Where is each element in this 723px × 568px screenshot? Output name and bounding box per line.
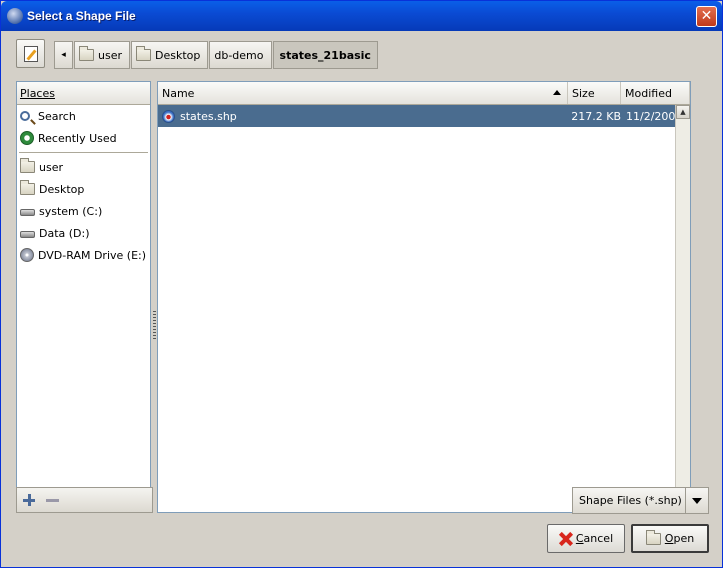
- edit-location-icon: [24, 46, 38, 62]
- crumb-label: Desktop: [155, 48, 201, 62]
- place-label: system (C:): [39, 204, 103, 218]
- file-type-filter[interactable]: Shape Files (*.shp): [572, 487, 709, 514]
- crumb-label: user: [98, 48, 122, 62]
- pane-splitter-handle[interactable]: [153, 311, 156, 341]
- path-crumb-user[interactable]: user: [74, 41, 130, 69]
- cancel-icon: [559, 532, 573, 546]
- scroll-up-arrow-icon[interactable]: ▲: [676, 105, 690, 119]
- cancel-mnemonic: C: [575, 532, 584, 545]
- drive-icon: [20, 230, 35, 238]
- file-size: 217.2 KB: [571, 109, 621, 123]
- place-label: Recently Used: [38, 131, 117, 145]
- open-button[interactable]: Open: [631, 524, 709, 553]
- places-header[interactable]: Places: [17, 82, 150, 105]
- path-back-button[interactable]: ◂: [54, 41, 73, 69]
- folder-icon: [79, 46, 94, 61]
- recent-icon: [20, 131, 34, 145]
- places-divider: [19, 152, 148, 153]
- vertical-scrollbar[interactable]: ▲ ▼: [675, 105, 690, 512]
- folder-icon: [20, 158, 35, 173]
- column-label: Name: [162, 87, 195, 100]
- place-item-system-c[interactable]: system (C:): [17, 200, 150, 222]
- place-item-data-d[interactable]: Data (D:): [17, 222, 150, 244]
- open-label: pen: [673, 532, 695, 545]
- column-header-modified[interactable]: Modified: [621, 82, 690, 104]
- sort-ascending-icon: [553, 90, 561, 95]
- cancel-button[interactable]: Cancel: [547, 524, 625, 553]
- column-header-name[interactable]: Name: [158, 82, 568, 104]
- path-crumb-desktop[interactable]: Desktop: [131, 41, 209, 69]
- search-icon: [20, 111, 30, 121]
- filter-selected-value: Shape Files (*.shp): [579, 494, 682, 507]
- close-button[interactable]: ✕: [696, 6, 717, 27]
- crumb-label: states_21basic: [279, 48, 371, 62]
- file-list: Name Size Modified states.shp 217.2 KB 1…: [157, 81, 691, 513]
- cancel-label: ancel: [583, 532, 614, 545]
- title-bar[interactable]: Select a Shape File ✕: [1, 1, 722, 31]
- dropdown-arrow-icon: [685, 488, 707, 513]
- remove-bookmark-icon[interactable]: [46, 499, 59, 502]
- file-list-header: Name Size Modified: [158, 82, 690, 105]
- place-item-dvd-e[interactable]: DVD-RAM Drive (E:): [17, 244, 150, 266]
- place-label: Desktop: [39, 182, 85, 196]
- places-sidebar: Places Search Recently Used user Desktop…: [16, 81, 151, 513]
- dialog-content: ◂ user Desktop db-demo states_21basic Pl…: [4, 31, 719, 565]
- place-item-recently-used[interactable]: Recently Used: [17, 127, 150, 149]
- file-row[interactable]: states.shp 217.2 KB 11/2/2006: [158, 105, 690, 127]
- folder-icon: [136, 46, 151, 61]
- drive-icon: [20, 208, 35, 216]
- crumb-label: db-demo: [214, 48, 264, 62]
- folder-icon: [20, 180, 35, 195]
- place-label: Search: [38, 109, 76, 123]
- shapefile-icon: [162, 109, 175, 123]
- path-bar: ◂ user Desktop db-demo states_21basic: [54, 41, 379, 69]
- path-crumb-current[interactable]: states_21basic: [272, 41, 378, 69]
- add-bookmark-icon[interactable]: [23, 494, 35, 506]
- place-item-user[interactable]: user: [17, 156, 150, 178]
- open-folder-icon: [645, 529, 661, 545]
- place-item-search[interactable]: Search: [17, 105, 150, 127]
- place-label: Data (D:): [39, 226, 90, 240]
- dvd-icon: [20, 248, 34, 262]
- bookmark-controls: [16, 487, 153, 513]
- place-label: DVD-RAM Drive (E:): [38, 248, 147, 262]
- open-mnemonic: O: [664, 532, 674, 545]
- type-location-button[interactable]: [16, 39, 45, 68]
- app-icon: [7, 8, 23, 24]
- place-label: user: [39, 160, 63, 174]
- file-name-cell: states.shp: [158, 109, 568, 123]
- place-item-desktop[interactable]: Desktop: [17, 178, 150, 200]
- window-title: Select a Shape File: [27, 9, 136, 23]
- column-header-size[interactable]: Size: [568, 82, 621, 104]
- path-crumb-db-demo[interactable]: db-demo: [209, 41, 272, 69]
- file-name: states.shp: [180, 109, 237, 123]
- file-chooser-dialog: Select a Shape File ✕ ◂ user Desktop db-…: [0, 0, 723, 568]
